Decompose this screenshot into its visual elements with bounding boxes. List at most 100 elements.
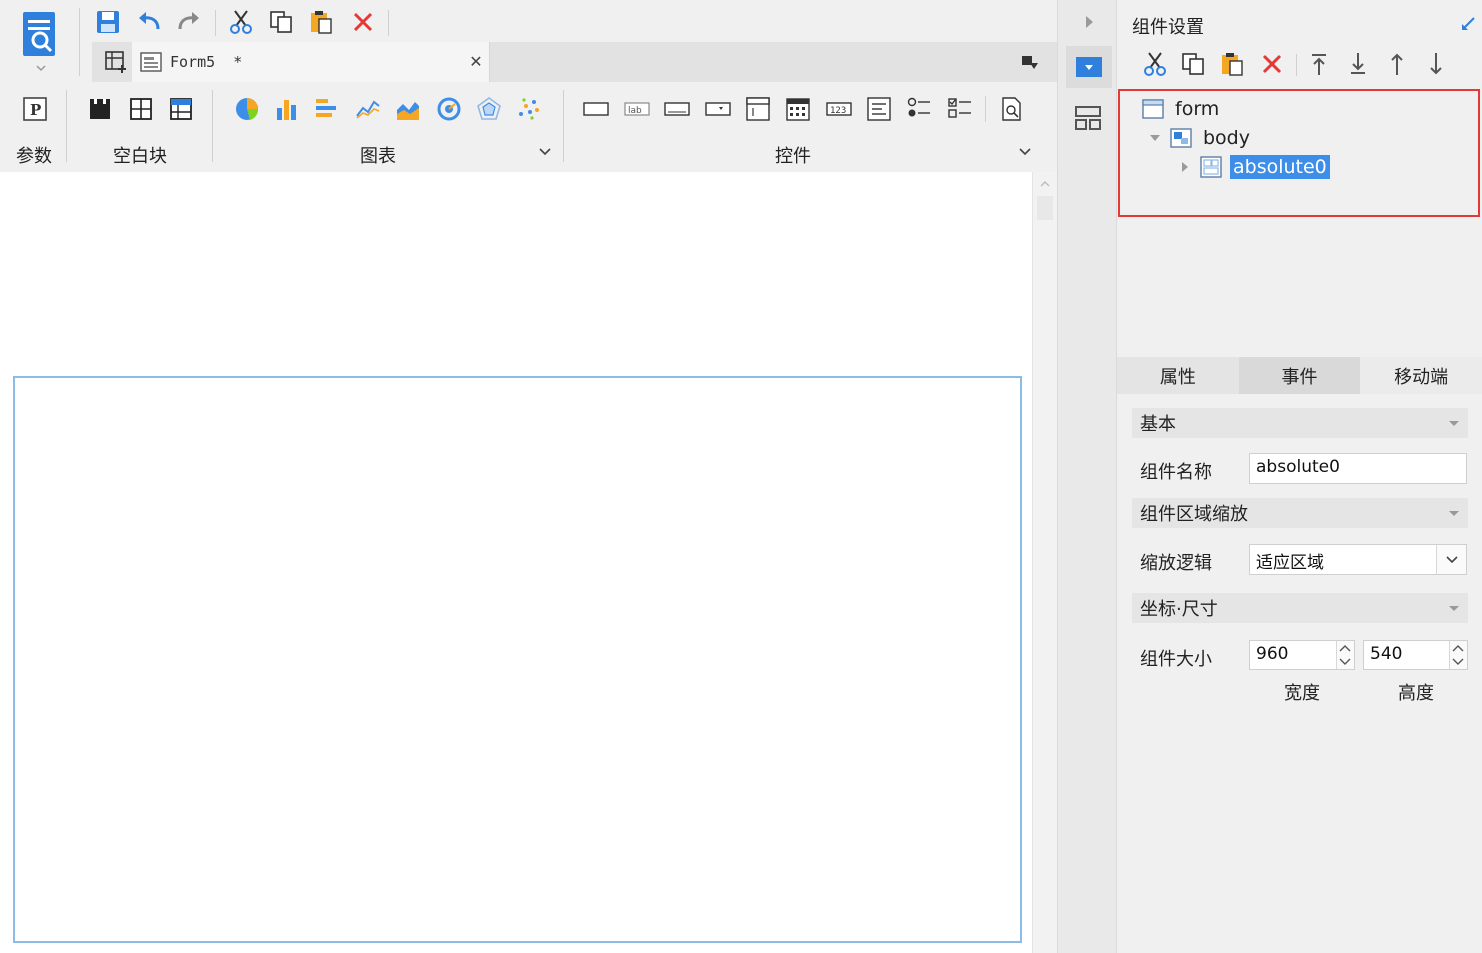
scale-logic-select[interactable]: 适应区域	[1249, 544, 1467, 575]
scroll-thumb[interactable]	[1037, 196, 1053, 220]
move-down-icon[interactable]	[1422, 50, 1450, 78]
tab-block-icon[interactable]	[128, 96, 154, 122]
divider	[79, 8, 80, 76]
component-settings-toggle[interactable]	[1066, 46, 1112, 88]
date-widget-icon[interactable]	[785, 96, 811, 122]
section-caret-icon	[1449, 606, 1459, 611]
delete-widget-icon[interactable]	[1258, 50, 1286, 78]
collapse-panel-icon[interactable]	[1460, 16, 1476, 32]
text-field-widget-icon[interactable]	[583, 96, 609, 122]
label-widget-icon[interactable]: lab	[624, 96, 650, 122]
tree-node-label-selected: absolute0	[1230, 155, 1330, 179]
copy-widget-icon[interactable]	[1179, 50, 1207, 78]
tree-node-form[interactable]: form	[1142, 95, 1222, 123]
height-caption: 高度	[1398, 683, 1434, 704]
widget-tree: form body absolute0	[1118, 89, 1480, 217]
cut-widget-icon[interactable]	[1141, 50, 1169, 78]
height-value: 540	[1370, 644, 1403, 664]
height-stepper[interactable]	[1449, 641, 1467, 669]
ribbon-group-params: 参数	[16, 146, 52, 167]
pie-chart-icon[interactable]	[234, 96, 260, 122]
delete-icon[interactable]	[349, 8, 377, 36]
section-label: 组件区域缩放	[1140, 504, 1248, 525]
app-menu-button[interactable]	[18, 10, 64, 74]
svg-text:P: P	[30, 101, 41, 119]
blank-block-icon[interactable]	[87, 96, 113, 122]
tab-label: Form5 *	[170, 53, 243, 71]
ribbon-group-chart: 图表	[360, 146, 396, 167]
body-node-icon	[1170, 128, 1192, 148]
svg-text:lab: lab	[628, 106, 642, 116]
absolute-layout-node-icon	[1200, 156, 1222, 178]
redo-icon[interactable]	[175, 8, 203, 36]
gauge-chart-icon[interactable]	[436, 96, 462, 122]
area-chart-icon[interactable]	[395, 96, 421, 122]
layout-structure-icon[interactable]	[1074, 104, 1102, 132]
component-settings-panel: 组件设置 form body absolute0 属性 事件 移动端 基本 组件…	[1117, 0, 1482, 953]
absolute-layout-component[interactable]	[13, 376, 1022, 943]
number-widget-icon[interactable]: 123	[826, 96, 852, 122]
button-widget-icon[interactable]	[664, 96, 690, 122]
scroll-up-arrow-icon[interactable]	[1039, 178, 1051, 190]
property-tabs: 属性 事件 移动端	[1117, 357, 1482, 394]
new-report-icon[interactable]	[104, 50, 128, 74]
scatter-chart-icon[interactable]	[516, 96, 542, 122]
dropdown-widget-icon[interactable]	[705, 96, 731, 122]
search-query-widget-icon[interactable]	[999, 96, 1025, 122]
section-basic[interactable]: 基本	[1132, 408, 1468, 438]
cut-icon[interactable]	[227, 8, 255, 36]
expand-triangle-icon[interactable]	[1178, 160, 1192, 174]
move-to-top-icon[interactable]	[1305, 50, 1333, 78]
section-label: 基本	[1140, 414, 1176, 435]
undo-icon[interactable]	[135, 8, 163, 36]
form-file-icon	[140, 51, 162, 73]
save-icon[interactable]	[94, 8, 122, 36]
textarea-widget-icon[interactable]	[866, 96, 892, 122]
tree-combo-widget-icon[interactable]	[745, 96, 771, 122]
chart-expand-chevron-icon[interactable]	[538, 146, 552, 158]
line-chart-icon[interactable]	[355, 96, 381, 122]
move-to-bottom-icon[interactable]	[1344, 50, 1372, 78]
width-input[interactable]: 960	[1249, 640, 1355, 670]
divider	[66, 90, 67, 162]
controls-expand-chevron-icon[interactable]	[1018, 146, 1032, 158]
tree-node-label: form	[1175, 98, 1220, 120]
checkbox-group-widget-icon[interactable]	[947, 96, 973, 122]
paste-widget-icon[interactable]	[1218, 50, 1246, 78]
tab-mobile[interactable]: 移动端	[1360, 357, 1482, 394]
section-coords-size[interactable]: 坐标·尺寸	[1132, 593, 1468, 623]
parameter-panel-icon[interactable]: P	[22, 96, 48, 122]
tab-form5[interactable]: Form5 * ✕	[132, 42, 490, 82]
copy-icon[interactable]	[267, 8, 295, 36]
section-area-scale[interactable]: 组件区域缩放	[1132, 498, 1468, 528]
stepper-arrows-icon	[1339, 645, 1351, 665]
paste-icon[interactable]	[307, 8, 335, 36]
chevron-down-icon	[1445, 555, 1458, 563]
horizontal-bar-chart-icon[interactable]	[314, 96, 340, 122]
tree-node-body[interactable]: body	[1148, 124, 1253, 152]
dropdown-arrow[interactable]	[1436, 545, 1466, 574]
radio-group-widget-icon[interactable]	[906, 96, 932, 122]
height-input[interactable]: 540	[1363, 640, 1468, 670]
widget-size-label: 组件大小	[1140, 649, 1212, 670]
collapse-triangle-icon[interactable]	[1148, 131, 1162, 145]
canvas-vertical-scrollbar[interactable]	[1032, 172, 1057, 953]
width-stepper[interactable]	[1336, 641, 1354, 669]
widget-name-input[interactable]: absolute0	[1249, 453, 1467, 484]
close-tab-icon[interactable]: ✕	[467, 52, 485, 71]
tree-node-absolute0[interactable]: absolute0	[1178, 153, 1330, 181]
expand-panel-arrow-icon[interactable]	[1082, 14, 1096, 30]
side-toolbar	[1057, 0, 1117, 953]
scale-logic-value: 适应区域	[1256, 553, 1324, 573]
divider	[1296, 54, 1297, 76]
report-block-icon[interactable]	[168, 96, 194, 122]
widget-name-label: 组件名称	[1140, 462, 1212, 483]
bar-chart-icon[interactable]	[274, 96, 300, 122]
tab-events[interactable]: 事件	[1238, 357, 1361, 394]
tab-properties[interactable]: 属性	[1117, 357, 1239, 394]
svg-text:123: 123	[830, 106, 846, 116]
panel-title: 组件设置	[1132, 17, 1204, 38]
radar-chart-icon[interactable]	[476, 96, 502, 122]
dock-toggle-icon[interactable]	[1020, 53, 1040, 73]
move-up-icon[interactable]	[1383, 50, 1411, 78]
